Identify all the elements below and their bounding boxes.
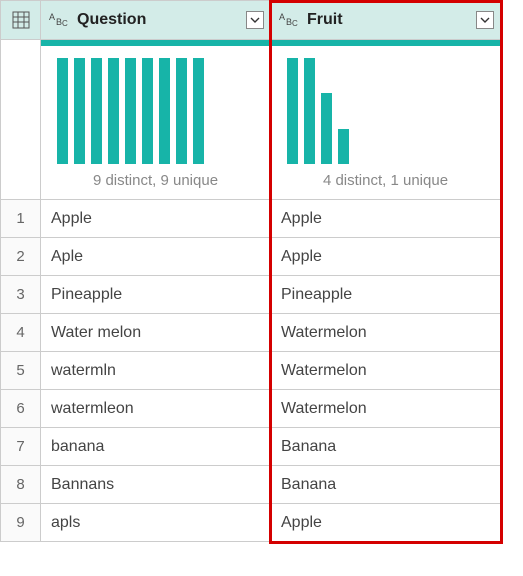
column-filter-dropdown[interactable] [476,11,494,29]
distribution-chart [271,46,500,168]
text-type-icon: A B C [279,11,301,29]
cell-question[interactable]: Apple [41,200,271,238]
cell-question[interactable]: Aple [41,238,271,276]
svg-text:A: A [279,12,285,22]
distribution-caption: 4 distinct, 1 unique [271,168,500,199]
row-number[interactable]: 9 [1,504,41,542]
cell-fruit[interactable]: Apple [271,238,501,276]
cell-fruit[interactable]: Banana [271,466,501,504]
cell-question[interactable]: Pineapple [41,276,271,314]
column-header-question[interactable]: A B C Question [41,0,271,40]
profile-corner [1,40,41,200]
cell-question[interactable]: apls [41,504,271,542]
distribution-chart [41,46,270,168]
svg-text:A: A [49,12,55,22]
cell-question[interactable]: Bannans [41,466,271,504]
column-header-label: Question [77,11,146,29]
cell-fruit[interactable]: Watermelon [271,390,501,428]
row-number[interactable]: 3 [1,276,41,314]
cell-fruit[interactable]: Pineapple [271,276,501,314]
chevron-down-icon [480,15,490,25]
row-number[interactable]: 2 [1,238,41,276]
column-profile-question[interactable]: 9 distinct, 9 unique [41,40,271,200]
chevron-down-icon [250,15,260,25]
cell-fruit[interactable]: Watermelon [271,352,501,390]
distribution-caption: 9 distinct, 9 unique [41,168,270,199]
row-number[interactable]: 4 [1,314,41,352]
row-number[interactable]: 8 [1,466,41,504]
column-header-label: Fruit [307,11,343,29]
cell-fruit[interactable]: Banana [271,428,501,466]
cell-question[interactable]: banana [41,428,271,466]
svg-text:C: C [62,19,68,28]
svg-text:C: C [292,19,298,28]
cell-question[interactable]: Water melon [41,314,271,352]
column-filter-dropdown[interactable] [246,11,264,29]
column-profile-fruit[interactable]: 4 distinct, 1 unique [271,40,501,200]
row-number[interactable]: 6 [1,390,41,428]
data-grid: A B C Question A B C Fruit [0,0,523,542]
row-number[interactable]: 1 [1,200,41,238]
column-header-fruit[interactable]: A B C Fruit [271,0,501,40]
cell-question[interactable]: watermln [41,352,271,390]
row-number[interactable]: 7 [1,428,41,466]
row-number[interactable]: 5 [1,352,41,390]
cell-question[interactable]: watermleon [41,390,271,428]
table-icon [12,11,30,29]
text-type-icon: A B C [49,11,71,29]
table-corner-icon[interactable] [1,0,41,40]
cell-fruit[interactable]: Apple [271,504,501,542]
cell-fruit[interactable]: Apple [271,200,501,238]
cell-fruit[interactable]: Watermelon [271,314,501,352]
